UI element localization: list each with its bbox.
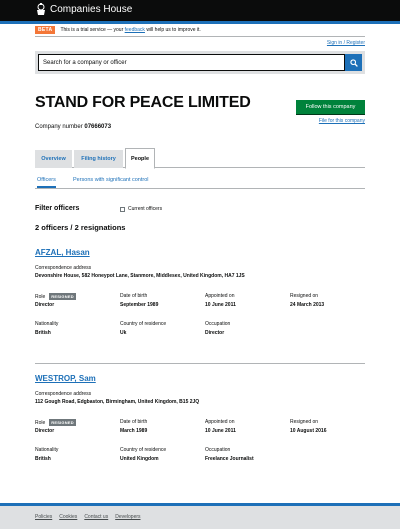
occupation-value: Director (205, 330, 225, 336)
nationality-label: Nationality (35, 321, 59, 327)
occupation-label: Occupation (205, 447, 231, 453)
company-number-value: 07666073 (84, 124, 112, 130)
nationality-label: Nationality (35, 447, 59, 453)
royal-crest-icon (37, 3, 45, 15)
footer-link-developers[interactable]: Developers (115, 514, 140, 520)
current-officers-checkbox[interactable] (120, 206, 125, 212)
role-label-text: Role (35, 293, 46, 300)
occupation-value: Freelance Journalist (205, 456, 254, 462)
role-label: Role RESIGNED (35, 293, 76, 300)
appointed-value: 10 June 2011 (205, 428, 236, 434)
footer-links: Policies Cookies Contact us Developers (35, 514, 141, 520)
resigned-label: Resigned on (290, 293, 319, 299)
site-logo-text[interactable]: Companies House (50, 4, 132, 16)
residence-label: Country of residence (120, 447, 167, 453)
feedback-link[interactable]: feedback (125, 27, 145, 33)
officer-divider (35, 363, 365, 364)
search-button[interactable] (345, 54, 362, 71)
officer-card: WESTROP, Sam Correspondence address 112 … (35, 374, 365, 474)
resigned-label: Resigned on (290, 419, 319, 425)
resigned-tag: RESIGNED (49, 419, 76, 426)
appointed-value: 10 June 2011 (205, 302, 236, 308)
role-value: Director (35, 302, 55, 308)
sign-in-link[interactable]: Sign in / Register (327, 40, 365, 46)
footer-link-contact[interactable]: Contact us (84, 514, 108, 520)
phase-banner: BETA This is a trial service — your feed… (35, 24, 365, 35)
phase-divider (35, 36, 365, 37)
company-name: STAND FOR PEACE LIMITED (35, 94, 251, 111)
people-subnav: Officers Persons with significant contro… (35, 176, 365, 189)
file-for-company-link[interactable]: File for this company (319, 118, 365, 124)
dob-value: September 1989 (120, 302, 159, 308)
dob-label: Date of birth (120, 419, 148, 425)
resigned-value: 24 March 2013 (290, 302, 325, 308)
address-label: Correspondence address (35, 391, 92, 397)
address-value: Devonshire House, 582 Honeypot Lane, Sta… (35, 273, 245, 279)
officer-name-link[interactable]: AFZAL, Hasan (35, 248, 90, 257)
footer-link-cookies[interactable]: Cookies (59, 514, 77, 520)
officer-name-link[interactable]: WESTROP, Sam (35, 374, 96, 383)
resigned-tag: RESIGNED (49, 293, 76, 300)
tab-overview[interactable]: Overview (35, 150, 72, 168)
tab-people[interactable]: People (125, 148, 155, 169)
phase-text-before: This is a trial service — your (60, 26, 124, 33)
role-label-text: Role (35, 419, 46, 426)
filter-officers-heading: Filter officers (35, 205, 80, 212)
appointed-label: Appointed on (205, 293, 235, 299)
resigned-value: 10 August 2016 (290, 428, 327, 434)
dob-label: Date of birth (120, 293, 148, 299)
dob-value: March 1989 (120, 428, 148, 434)
search-input[interactable]: Search for a company or officer (38, 54, 345, 71)
nationality-value: British (35, 456, 51, 462)
footer-link-policies[interactable]: Policies (35, 514, 52, 520)
address-value: 112 Gough Road, Edgbaston, Birmingham, U… (35, 399, 200, 405)
phase-banner-text: This is a trial service — your feedback … (60, 27, 200, 33)
nationality-value: British (35, 330, 51, 336)
officer-counts: 2 officers / 2 resignations (35, 223, 126, 232)
tab-filing-history[interactable]: Filing history (74, 150, 123, 168)
current-officers-filter[interactable]: Current officers (120, 206, 162, 212)
residence-label: Country of residence (120, 321, 167, 327)
search-icon (349, 58, 358, 67)
follow-company-button[interactable]: Follow this company (296, 100, 365, 114)
residence-value: Uk (120, 330, 127, 336)
role-label: Role RESIGNED (35, 419, 76, 426)
company-number: Company number 07666073 (35, 124, 111, 130)
role-value: Director (35, 428, 55, 434)
search-bar: Search for a company or officer (35, 51, 365, 74)
company-tabs: Overview Filing history People (35, 148, 365, 169)
company-number-label: Company number (35, 124, 83, 130)
phase-text-after: will help us to improve it. (146, 26, 201, 33)
site-header: Companies House (0, 0, 400, 21)
officer-card: AFZAL, Hasan Correspondence address Devo… (35, 248, 365, 348)
residence-value: United Kingdom (120, 456, 159, 462)
beta-tag: BETA (35, 25, 56, 34)
address-label: Correspondence address (35, 265, 92, 271)
occupation-label: Occupation (205, 321, 231, 327)
site-footer: Policies Cookies Contact us Developers (0, 506, 400, 529)
current-officers-label: Current officers (128, 206, 163, 212)
subnav-officers[interactable]: Officers (37, 177, 56, 188)
subnav-psc[interactable]: Persons with significant control (73, 177, 149, 183)
appointed-label: Appointed on (205, 419, 235, 425)
